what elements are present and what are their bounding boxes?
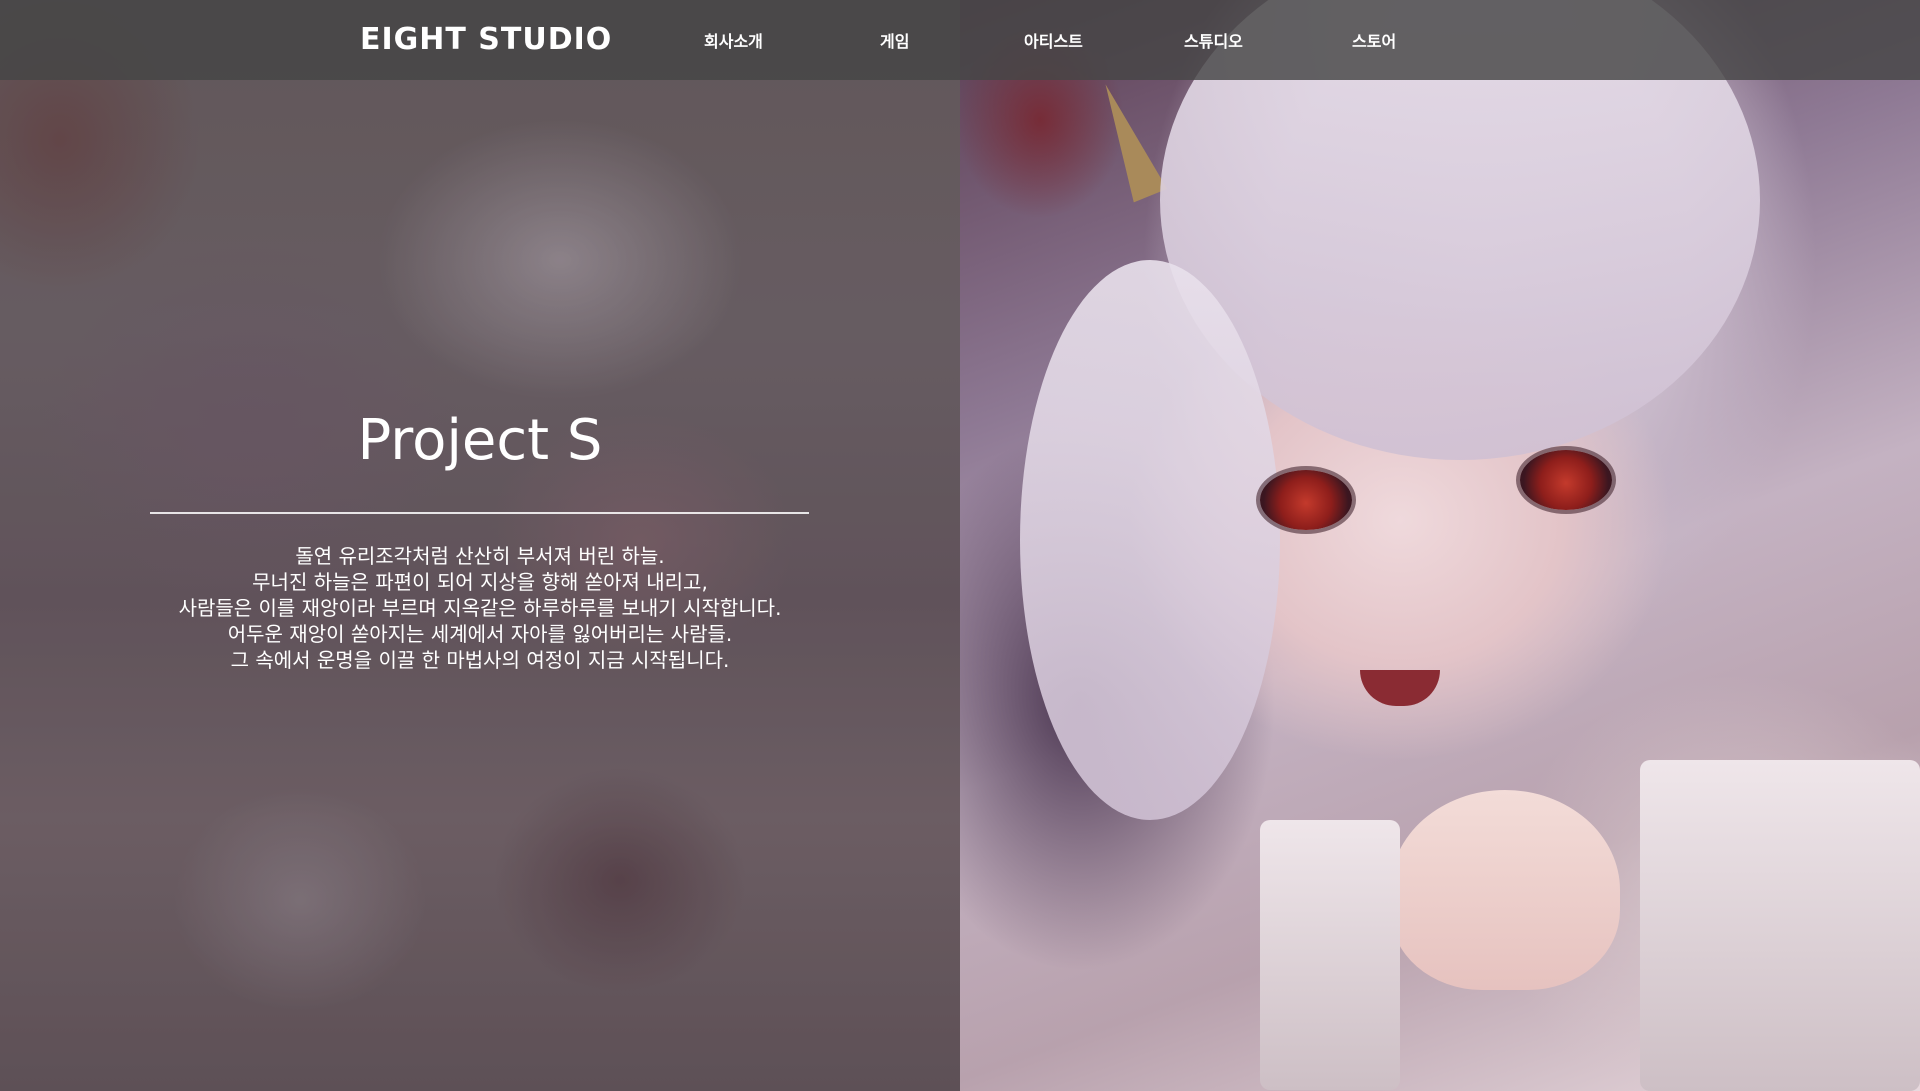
- site-header: EIGHT STUDIO 회사소개 게임 아티스트 스튜디오 스토어: [0, 0, 1920, 80]
- nav-item-artist[interactable]: 아티스트: [1024, 28, 1083, 52]
- horn-shape: [1088, 77, 1168, 203]
- nav-item-game[interactable]: 게임: [880, 28, 909, 52]
- collar-right-shape: [1640, 760, 1920, 1091]
- hero-character-artwork: [960, 0, 1920, 1091]
- hero-divider: [150, 512, 809, 514]
- hero-title: Project S: [357, 408, 603, 473]
- page: EIGHT STUDIO 회사소개 게임 아티스트 스튜디오 스토어 Proje…: [0, 0, 1920, 1091]
- nav-item-studio[interactable]: 스튜디오: [1184, 28, 1243, 52]
- hand-shape: [1390, 790, 1620, 990]
- right-eye-shape: [1520, 450, 1612, 510]
- hero-description: 돌연 유리조각처럼 산산히 부서져 버린 하늘. 무너진 하늘은 파편이 되어 …: [130, 543, 830, 673]
- nav-item-store[interactable]: 스토어: [1352, 28, 1396, 52]
- hair-side-shape: [1020, 260, 1280, 820]
- mouth-shape: [1360, 670, 1440, 706]
- hero-description-line: 무너진 하늘은 파편이 되어 지상을 향해 쏟아져 내리고,: [252, 570, 708, 594]
- collar-left-shape: [1260, 820, 1400, 1090]
- hero-description-line: 어두운 재앙이 쏟아지는 세계에서 자아를 잃어버리는 사람들.: [227, 622, 733, 646]
- hero-description-line: 사람들은 이를 재앙이라 부르며 지옥같은 하루하루를 보내기 시작합니다.: [178, 596, 782, 620]
- hero-description-line: 그 속에서 운명을 이끌 한 마법사의 여정이 지금 시작됩니다.: [230, 648, 730, 672]
- nav-item-company[interactable]: 회사소개: [704, 28, 763, 52]
- eight-studio-logo[interactable]: EIGHT STUDIO: [360, 22, 612, 57]
- left-eye-shape: [1260, 470, 1352, 530]
- hero-description-line: 돌연 유리조각처럼 산산히 부서져 버린 하늘.: [295, 544, 665, 568]
